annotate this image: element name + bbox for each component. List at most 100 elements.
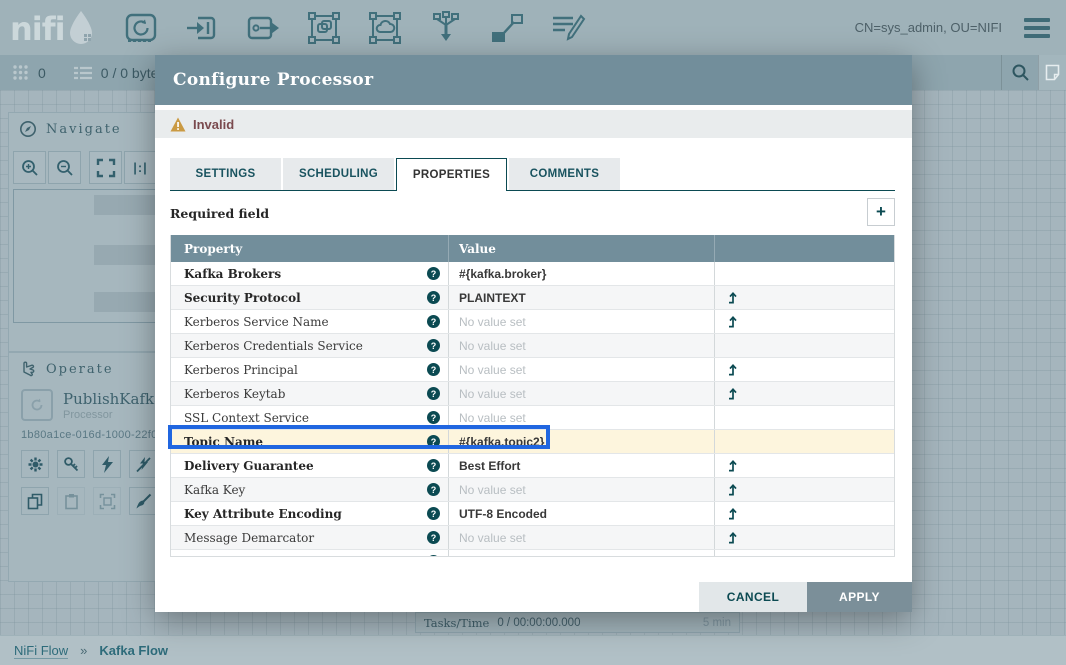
property-value-cell[interactable]: Best Effort — [448, 454, 714, 477]
configure-processor-dialog: Configure Processor Invalid SETTINGSSCHE… — [155, 55, 912, 612]
property-name: Kerberos Credentials Service — [184, 339, 363, 353]
property-value-cell[interactable]: #{kafka.broker} — [448, 262, 714, 285]
funnel-icon[interactable] — [428, 10, 464, 46]
help-icon[interactable]: ? — [427, 339, 440, 352]
global-menu-icon[interactable] — [1024, 18, 1050, 38]
property-value-cell[interactable]: No value set — [448, 526, 714, 549]
properties-table-header: Property Value — [171, 235, 894, 262]
property-value-cell[interactable]: 1 MB — [448, 550, 714, 557]
property-name-cell: Security Protocol? — [171, 286, 448, 309]
property-value-cell[interactable]: No value set — [448, 478, 714, 501]
tab-scheduling[interactable]: SCHEDULING — [283, 158, 394, 190]
property-value-cell[interactable]: No value set — [448, 310, 714, 333]
property-value: UTF-8 Encoded — [459, 507, 547, 521]
property-value-cell[interactable]: PLAINTEXT — [448, 286, 714, 309]
property-row: Key Attribute Encoding?UTF-8 Encoded — [171, 502, 894, 526]
extra-cell — [714, 526, 894, 549]
help-icon[interactable]: ? — [427, 435, 440, 448]
property-value: PLAINTEXT — [459, 291, 526, 305]
copy-icon[interactable] — [21, 487, 49, 515]
processor-chip-icon — [21, 389, 53, 421]
process-group-icon[interactable] — [306, 10, 342, 46]
template-icon[interactable] — [489, 10, 525, 46]
extra-cell — [714, 454, 894, 477]
extra-cell — [714, 286, 894, 309]
property-value: No value set — [459, 387, 526, 401]
property-name-cell: Topic Name? — [171, 430, 448, 453]
key-icon[interactable] — [57, 450, 85, 478]
help-icon[interactable]: ? — [427, 459, 440, 472]
help-icon[interactable]: ? — [427, 387, 440, 400]
property-value-cell[interactable]: No value set — [448, 382, 714, 405]
group-selection-icon[interactable] — [93, 487, 121, 515]
nifi-logo-text: nifi — [10, 12, 65, 46]
level-up-arrow-icon[interactable] — [727, 459, 738, 472]
lightning-bolt-slash-icon[interactable] — [129, 450, 157, 478]
navigate-panel-title: Navigate — [46, 122, 122, 137]
tab-comments[interactable]: COMMENTS — [509, 158, 620, 190]
help-icon[interactable]: ? — [427, 483, 440, 496]
operate-panel-title: Operate — [46, 362, 114, 377]
extra-cell — [714, 478, 894, 501]
search-button[interactable] — [1001, 55, 1038, 90]
help-icon[interactable]: ? — [427, 291, 440, 304]
zoom-fit-button[interactable] — [89, 151, 122, 184]
property-value-cell[interactable]: No value set — [448, 358, 714, 381]
output-port-icon[interactable] — [245, 10, 281, 46]
property-name: Kafka Key — [184, 483, 245, 497]
extra-column-header — [714, 235, 894, 262]
level-up-arrow-icon[interactable] — [727, 387, 738, 400]
property-value-cell[interactable]: UTF-8 Encoded — [448, 502, 714, 525]
cancel-button[interactable]: CANCEL — [699, 582, 807, 612]
input-port-icon[interactable] — [184, 10, 220, 46]
zoom-out-button[interactable] — [48, 151, 81, 184]
property-value-cell[interactable]: No value set — [448, 334, 714, 357]
add-property-button[interactable]: + — [867, 198, 895, 226]
property-value-cell[interactable]: #{kafka.topic2} — [448, 430, 714, 453]
property-row: Delivery Guarantee?Best Effort — [171, 454, 894, 478]
level-up-arrow-icon[interactable] — [727, 555, 738, 557]
processor-icon[interactable] — [123, 10, 159, 46]
help-icon[interactable]: ? — [427, 315, 440, 328]
property-name: Kerberos Service Name — [184, 315, 329, 329]
extra-cell — [714, 358, 894, 381]
level-up-arrow-icon[interactable] — [727, 315, 738, 328]
breadcrumb-root[interactable]: NiFi Flow — [14, 643, 68, 659]
label-icon[interactable] — [550, 10, 586, 46]
remote-process-group-icon[interactable] — [367, 10, 403, 46]
property-row: Kerberos Principal?No value set — [171, 358, 894, 382]
property-value-cell[interactable]: No value set — [448, 406, 714, 429]
zoom-in-button[interactable] — [13, 151, 46, 184]
apply-button[interactable]: APPLY — [807, 582, 912, 612]
help-icon[interactable]: ? — [427, 363, 440, 376]
extra-cell — [714, 430, 894, 453]
property-name: Max Request Size — [184, 555, 303, 558]
level-up-arrow-icon[interactable] — [727, 483, 738, 496]
property-value: Best Effort — [459, 459, 520, 473]
extra-cell — [714, 262, 894, 285]
paint-brush-icon[interactable] — [129, 487, 157, 515]
help-icon[interactable]: ? — [427, 267, 440, 280]
paste-icon[interactable] — [57, 487, 85, 515]
tab-settings[interactable]: SETTINGS — [170, 158, 281, 190]
level-up-arrow-icon[interactable] — [727, 507, 738, 520]
help-icon[interactable]: ? — [427, 531, 440, 544]
tab-properties[interactable]: PROPERTIES — [396, 158, 507, 191]
note-button[interactable] — [1038, 55, 1066, 90]
help-icon[interactable]: ? — [427, 507, 440, 520]
property-name-cell: Kafka Key? — [171, 478, 448, 501]
property-row: Kerberos Credentials Service? No value se… — [171, 334, 894, 358]
help-icon[interactable]: ? — [427, 555, 440, 557]
help-icon[interactable]: ? — [427, 411, 440, 424]
level-up-arrow-icon[interactable] — [727, 291, 738, 304]
properties-table: Property Value Kafka Brokers? #{kafka.bro… — [170, 235, 895, 557]
gear-icon[interactable] — [21, 450, 49, 478]
breadcrumb: NiFi Flow » Kafka Flow — [0, 635, 1066, 665]
required-field-label: Required field — [170, 206, 269, 221]
tasks-time-label: Tasks/Time — [424, 616, 489, 630]
zoom-actual-size-button[interactable]: |:| — [124, 151, 157, 184]
level-up-arrow-icon[interactable] — [727, 363, 738, 376]
level-up-arrow-icon[interactable] — [727, 531, 738, 544]
lightning-bolt-icon[interactable] — [93, 450, 121, 478]
property-name: Kafka Brokers — [184, 267, 281, 281]
